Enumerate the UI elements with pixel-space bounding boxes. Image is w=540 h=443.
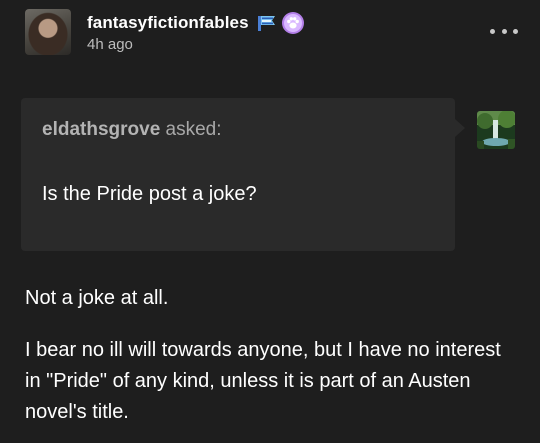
- blog-avatar[interactable]: [25, 9, 71, 55]
- paw-badge-icon[interactable]: [281, 11, 305, 35]
- post-header: fantasyfictionfables 4h ago: [25, 9, 305, 55]
- asker-line: eldathsgrove asked:: [42, 119, 222, 141]
- blog-name-line: fantasyfictionfables: [87, 12, 305, 34]
- ask-question: Is the Pride post a joke?: [42, 183, 257, 205]
- post-timestamp[interactable]: 4h ago: [87, 36, 305, 53]
- answer-paragraph: I bear no ill will towards anyone, but I…: [25, 339, 501, 423]
- dot-icon: [490, 28, 495, 34]
- ask-post: fantasyfictionfables 4h ago eldathsgrove…: [0, 0, 540, 443]
- answer-paragraph: Not a joke at all.: [25, 287, 169, 309]
- asker-name-link[interactable]: eldathsgrove: [42, 119, 160, 140]
- ask-pointer: [455, 119, 465, 137]
- more-options-button[interactable]: [490, 24, 518, 38]
- flag-badge-icon[interactable]: [255, 13, 279, 33]
- dot-icon: [513, 28, 518, 34]
- ask-box: eldathsgrove asked: Is the Pride post a …: [21, 98, 455, 251]
- blog-name-link[interactable]: fantasyfictionfables: [87, 13, 249, 33]
- asked-label: asked:: [165, 119, 222, 140]
- blog-meta: fantasyfictionfables 4h ago: [87, 12, 305, 53]
- dot-icon: [501, 28, 507, 34]
- asker-avatar[interactable]: [477, 111, 515, 149]
